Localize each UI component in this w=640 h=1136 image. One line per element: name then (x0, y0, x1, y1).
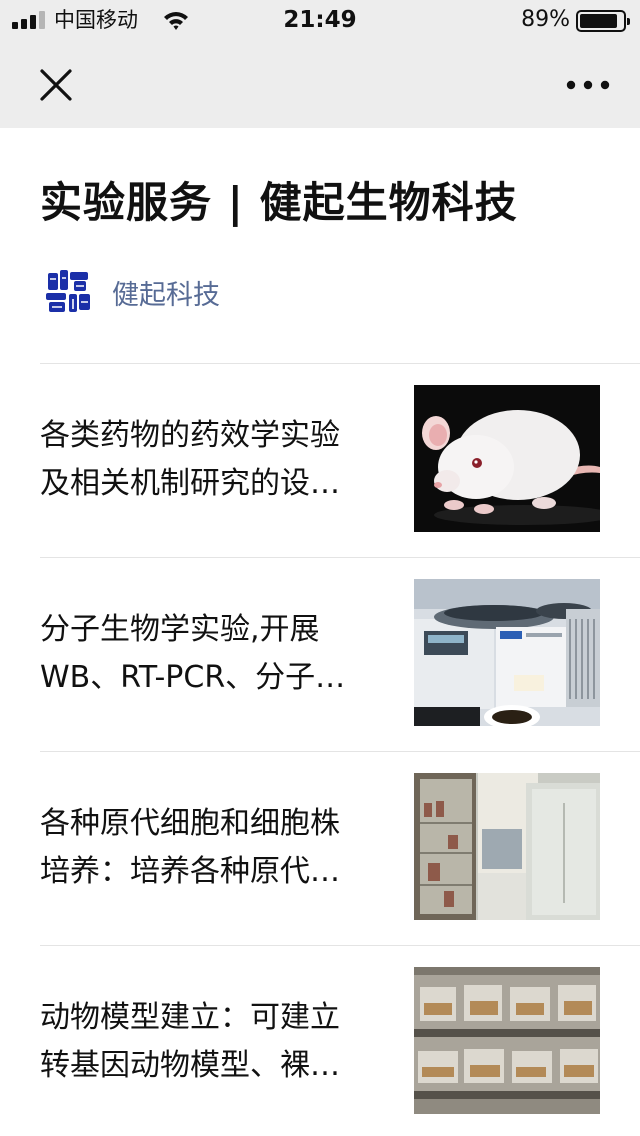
close-icon (40, 69, 72, 101)
battery-percent: 89% (521, 7, 570, 32)
battery-fill (580, 14, 617, 28)
list-item-text: 各种原代细胞和细胞株 培养：培养各种原代… (40, 800, 390, 896)
author-row[interactable]: 健起科技 (40, 264, 220, 320)
cell-culture-lab-photo[interactable] (414, 773, 600, 920)
more-icon (566, 80, 610, 90)
navigation-bar (0, 40, 640, 128)
list-item-line: 动物模型建立：可建立 (40, 1000, 340, 1035)
top-bar: 中国移动 21:49 89% (0, 0, 640, 128)
list-item[interactable]: 分子生物学实验,开展 WB、RT-PCR、分子… (40, 557, 640, 751)
list-item-text: 动物模型建立：可建立 转基因动物模型、裸… (40, 994, 390, 1090)
list-item[interactable]: 各类药物的药效学实验 及相关机制研究的设… (40, 363, 640, 557)
white-mouse-photo[interactable] (414, 385, 600, 532)
article-title: 实验服务 | 健起生物科技 (40, 178, 518, 227)
list-item[interactable]: 动物模型建立：可建立 转基因动物模型、裸… (40, 945, 640, 1136)
author-name[interactable]: 健起科技 (112, 273, 220, 312)
list-item-text: 分子生物学实验,开展 WB、RT-PCR、分子… (40, 606, 390, 702)
close-button[interactable] (30, 62, 82, 108)
animal-cages-photo[interactable] (414, 967, 600, 1114)
status-bar: 中国移动 21:49 89% (0, 0, 640, 40)
list-item-line: 培养：培养各种原代… (40, 854, 340, 889)
list-item-line: 各类药物的药效学实验 (40, 418, 340, 453)
list-item[interactable]: 各种原代细胞和细胞株 培养：培养各种原代… (40, 751, 640, 945)
list-item-line: 及相关机制研究的设… (40, 466, 340, 501)
brand-logo-avatar[interactable] (40, 264, 96, 320)
list-item-text: 各类药物的药效学实验 及相关机制研究的设… (40, 412, 390, 508)
battery-icon (576, 10, 630, 32)
centrifuge-photo[interactable] (414, 579, 600, 726)
list-item-line: 各种原代细胞和细胞株 (40, 806, 340, 841)
article-list: 各类药物的药效学实验 及相关机制研究的设… 分子生物学实验,开展 WB、RT-P… (40, 363, 640, 1136)
more-options-button[interactable] (560, 62, 616, 108)
list-item-line: 转基因动物模型、裸… (40, 1048, 340, 1083)
list-item-line: WB、RT-PCR、分子… (40, 660, 346, 695)
list-item-line: 分子生物学实验,开展 (40, 612, 320, 647)
